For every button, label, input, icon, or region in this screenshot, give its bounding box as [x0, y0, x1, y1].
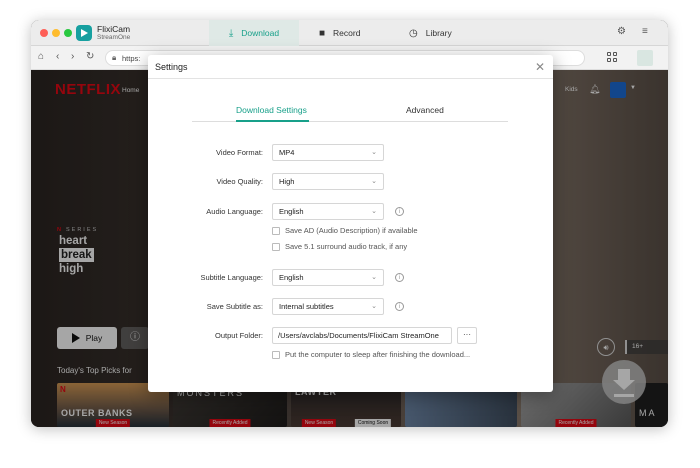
dialog-title: Settings	[155, 62, 188, 72]
save-ad-checkbox[interactable]	[272, 227, 280, 235]
subtitle-language-select[interactable]: English ⌄	[272, 269, 384, 286]
app-subtitle: StreamOne	[97, 34, 131, 41]
gear-icon[interactable]: ⚙	[617, 26, 626, 37]
reload-icon[interactable]: ↻	[86, 51, 94, 62]
menu-icon[interactable]: ≡	[642, 26, 648, 37]
save-ad-label: Save AD (Audio Description) if available	[285, 226, 418, 235]
tab-record[interactable]: ■ Record	[319, 20, 360, 46]
save-51-checkbox[interactable]	[272, 243, 280, 251]
settings-dialog: Settings ✕ Download Settings Advanced Vi…	[148, 55, 553, 392]
info-icon[interactable]: i	[395, 273, 404, 282]
forward-icon[interactable]: ›	[71, 51, 74, 62]
lock-icon: 🔒︎	[112, 53, 117, 62]
close-window-button[interactable]	[40, 29, 48, 37]
close-icon[interactable]: ✕	[535, 60, 545, 74]
tab-advanced[interactable]: Advanced	[406, 105, 444, 115]
back-icon[interactable]: ‹	[56, 51, 59, 62]
tab-download-settings[interactable]: Download Settings	[236, 105, 307, 115]
tab-library-label: Library	[425, 28, 452, 38]
clock-icon: ◷	[409, 27, 418, 39]
output-folder-input[interactable]: /Users/avclabs/Documents/FlixiCam Stream…	[272, 327, 452, 344]
chevron-down-icon: ⌄	[371, 274, 377, 281]
sleep-checkbox[interactable]	[272, 351, 280, 359]
url-text: https:	[122, 54, 141, 63]
video-format-label: Video Format:	[216, 148, 263, 157]
tab-download[interactable]: ⤓ Download	[209, 20, 299, 46]
settings-tabs: Download Settings Advanced	[192, 100, 508, 122]
video-quality-label: Video Quality:	[216, 177, 263, 186]
tab-library[interactable]: ◷ Library	[409, 20, 452, 46]
video-quality-select[interactable]: High ⌄	[272, 173, 384, 190]
save-subtitle-label: Save Subtitle as:	[206, 302, 263, 311]
camera-icon: ■	[319, 27, 326, 39]
info-icon[interactable]: i	[395, 302, 404, 311]
save-subtitle-select[interactable]: Internal subtitles ⌄	[272, 298, 384, 315]
save-51-label: Save 5.1 surround audio track, if any	[285, 242, 408, 251]
browse-folder-button[interactable]: ···	[457, 327, 477, 344]
chevron-down-icon: ⌄	[371, 208, 377, 215]
tab-record-label: Record	[333, 28, 361, 38]
tab-download-label: Download	[241, 28, 280, 38]
info-icon[interactable]: i	[395, 207, 404, 216]
video-format-select[interactable]: MP4 ⌄	[272, 144, 384, 161]
dialog-header: Settings ✕	[148, 55, 553, 79]
download-icon: ⤓	[228, 27, 234, 39]
output-folder-label: Output Folder:	[215, 331, 263, 340]
app-logo-icon	[76, 25, 92, 41]
audio-language-select[interactable]: English ⌄	[272, 203, 384, 220]
sleep-label: Put the computer to sleep after finishin…	[285, 350, 471, 359]
minimize-window-button[interactable]	[52, 29, 60, 37]
active-tab-indicator	[236, 120, 309, 122]
grid-icon[interactable]	[607, 52, 618, 63]
home-icon[interactable]: ⌂	[38, 51, 44, 62]
chevron-down-icon: ⌄	[371, 149, 377, 156]
subtitle-language-label: Subtitle Language:	[200, 273, 263, 282]
zoom-window-button[interactable]	[64, 29, 72, 37]
app-name: FlixiCam	[97, 24, 131, 34]
title-bar: FlixiCam StreamOne ⤓ Download ■ Record ◷…	[31, 20, 668, 46]
chevron-down-icon: ⌄	[371, 303, 377, 310]
chevron-down-icon: ⌄	[371, 178, 377, 185]
audio-language-label: Audio Language:	[206, 207, 263, 216]
sidebar-toggle-icon[interactable]	[637, 50, 653, 66]
